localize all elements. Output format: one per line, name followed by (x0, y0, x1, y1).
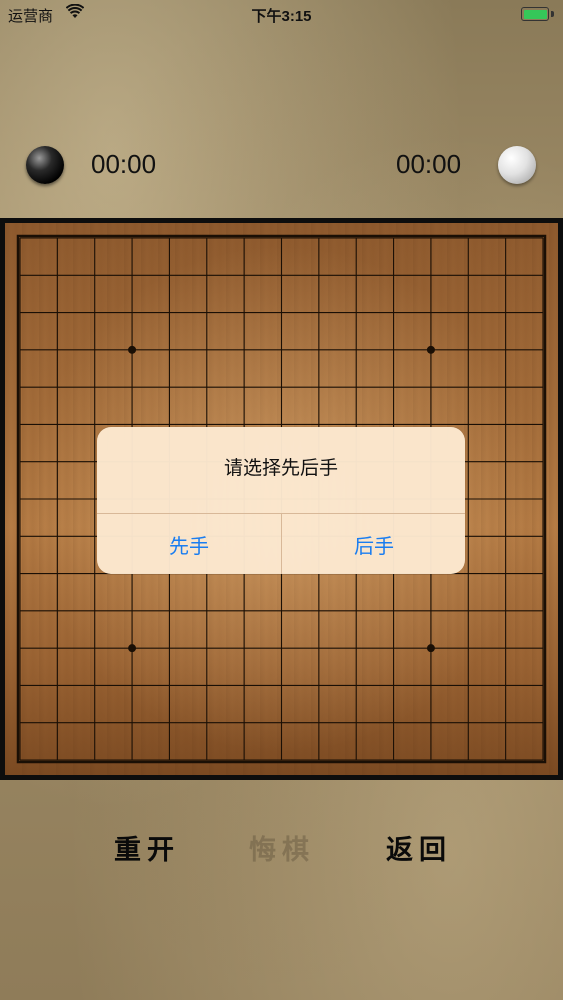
restart-button[interactable]: 重开 (114, 828, 180, 867)
turn-order-alert: 请选择先后手 先手 后手 (97, 427, 465, 574)
undo-button[interactable]: 悔棋 (249, 828, 315, 867)
play-first-button[interactable]: 先手 (97, 514, 281, 574)
alert-title: 请选择先后手 (223, 457, 338, 479)
play-second-button[interactable]: 后手 (282, 514, 465, 574)
back-button[interactable]: 返回 (386, 828, 452, 867)
